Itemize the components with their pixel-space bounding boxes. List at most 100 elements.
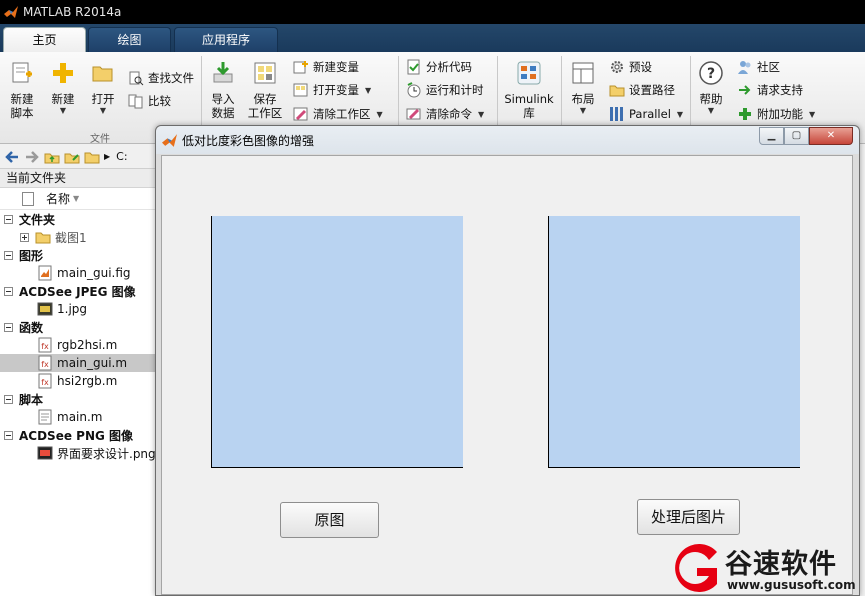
clear-workspace-button[interactable]: 清除工作区 ▼ bbox=[293, 103, 383, 125]
add-ons-button[interactable]: 附加功能 ▼ bbox=[737, 103, 815, 125]
section-label: 图形 bbox=[19, 248, 44, 263]
svg-text:fx: fx bbox=[41, 360, 49, 369]
community-label: 社区 bbox=[757, 60, 780, 74]
analyze-code-label: 分析代码 bbox=[426, 60, 472, 74]
svg-text:fx: fx bbox=[41, 378, 49, 387]
watermark-name: 谷速软件 bbox=[725, 549, 837, 580]
forward-arrow-icon[interactable] bbox=[24, 149, 40, 165]
save-workspace-button[interactable]: 保存 工作区 bbox=[246, 60, 284, 120]
section-functions[interactable]: 函数 bbox=[0, 318, 157, 336]
section-jpeg-images[interactable]: ACDSee JPEG 图像 bbox=[0, 282, 157, 300]
maximize-button[interactable]: ▢ bbox=[784, 127, 809, 145]
section-label: 函数 bbox=[19, 320, 44, 335]
section-label: 文件夹 bbox=[19, 212, 56, 227]
list-item[interactable]: 1.jpg bbox=[0, 300, 157, 318]
layout-button[interactable]: 布局 ▼ bbox=[567, 60, 599, 116]
section-scripts[interactable]: 脚本 bbox=[0, 390, 157, 408]
collapse-icon[interactable] bbox=[4, 322, 13, 332]
run-and-time-button[interactable]: 运行和计时 bbox=[406, 79, 484, 101]
community-button[interactable]: 社区 bbox=[737, 56, 780, 78]
compare-button[interactable]: 比较 bbox=[128, 90, 171, 112]
open-variable-icon bbox=[293, 83, 308, 97]
new-script-label: 新建 脚本 bbox=[10, 92, 34, 120]
chevron-down-icon: ▼ bbox=[707, 106, 715, 115]
axes-original[interactable] bbox=[211, 216, 463, 468]
parallel-button[interactable]: Parallel ▼ bbox=[609, 103, 683, 125]
panel-title: 当前文件夹 bbox=[0, 169, 157, 188]
name-column-header[interactable]: 名称 ▼ bbox=[0, 188, 157, 210]
browse-folder-icon[interactable] bbox=[64, 149, 80, 165]
list-item[interactable]: main_gui.fig bbox=[0, 264, 157, 282]
open-variable-label: 打开变量 bbox=[313, 83, 359, 97]
collapse-icon[interactable] bbox=[4, 214, 13, 224]
minimize-button[interactable]: ▁ bbox=[759, 127, 784, 145]
tab-plots[interactable]: 绘图 bbox=[88, 27, 171, 52]
run-and-time-label: 运行和计时 bbox=[426, 83, 484, 97]
chevron-down-icon: ▼ bbox=[365, 85, 372, 95]
preferences-label: 预设 bbox=[629, 60, 652, 74]
list-item[interactable]: fx main_gui.m bbox=[0, 354, 157, 372]
file-type-icon bbox=[22, 191, 34, 206]
folder-open-icon bbox=[92, 66, 113, 82]
chevron-down-icon: ▼ bbox=[478, 109, 485, 119]
new-button[interactable]: 新建 ▼ bbox=[46, 60, 80, 116]
list-item[interactable]: fx hsi2rgb.m bbox=[0, 372, 157, 390]
new-label: 新建 bbox=[51, 92, 75, 106]
help-button[interactable]: ? 帮助 ▼ bbox=[695, 60, 727, 116]
tab-home[interactable]: 主页 bbox=[3, 27, 86, 52]
request-support-button[interactable]: 请求支持 bbox=[737, 79, 803, 101]
m-file-icon: fx bbox=[38, 373, 52, 389]
open-button[interactable]: 打开 ▼ bbox=[86, 60, 120, 116]
simulink-icon bbox=[517, 61, 541, 85]
list-item[interactable]: main.m bbox=[0, 408, 157, 426]
axes-processed[interactable] bbox=[548, 216, 800, 468]
svg-text:?: ? bbox=[707, 66, 715, 82]
list-item[interactable]: fx rgb2hsi.m bbox=[0, 336, 157, 354]
clear-commands-label: 清除命令 bbox=[426, 107, 472, 121]
processed-image-button[interactable]: 处理后图片 bbox=[637, 499, 740, 535]
folder-icon bbox=[35, 232, 51, 244]
open-variable-button[interactable]: 打开变量 ▼ bbox=[293, 79, 371, 101]
collapse-icon[interactable] bbox=[4, 430, 13, 440]
help-icon: ? bbox=[699, 61, 723, 85]
figure-window[interactable]: 低对比度彩色图像的增强 ▁ ▢ ✕ 原图 处理后图片 bbox=[155, 125, 860, 596]
close-button[interactable]: ✕ bbox=[809, 127, 853, 145]
simulink-library-button[interactable]: Simulink 库 bbox=[503, 60, 555, 120]
figure-client-area: 原图 处理后图片 bbox=[161, 155, 853, 595]
preferences-button[interactable]: 预设 bbox=[609, 56, 652, 78]
section-png-images[interactable]: ACDSee PNG 图像 bbox=[0, 426, 157, 444]
current-path[interactable]: C: bbox=[116, 150, 127, 163]
find-files-button[interactable]: 查找文件 bbox=[128, 67, 194, 89]
file-name: 界面要求设计.png bbox=[57, 446, 156, 461]
new-variable-button[interactable]: 新建变量 bbox=[293, 56, 359, 78]
compare-label: 比较 bbox=[148, 94, 171, 108]
file-name: 截图1 bbox=[55, 230, 87, 245]
set-path-button[interactable]: 设置路径 bbox=[609, 79, 675, 101]
folder-icon bbox=[84, 152, 100, 163]
section-figures[interactable]: 图形 bbox=[0, 246, 157, 264]
collapse-icon[interactable] bbox=[4, 286, 13, 296]
analyze-code-button[interactable]: 分析代码 bbox=[406, 56, 472, 78]
section-folders[interactable]: 文件夹 bbox=[0, 210, 157, 228]
file-name: main_gui.fig bbox=[57, 266, 131, 280]
expand-icon[interactable] bbox=[20, 232, 29, 242]
tab-apps[interactable]: 应用程序 bbox=[174, 27, 278, 52]
clear-workspace-label: 清除工作区 bbox=[313, 107, 371, 121]
figure-title-bar[interactable]: 低对比度彩色图像的增强 ▁ ▢ ✕ bbox=[156, 126, 859, 154]
new-script-button[interactable]: 新建 脚本 bbox=[6, 60, 38, 120]
up-folder-icon[interactable] bbox=[44, 149, 60, 165]
save-workspace-icon bbox=[254, 62, 276, 84]
list-item[interactable]: 界面要求设计.png bbox=[0, 444, 157, 462]
window-controls: ▁ ▢ ✕ bbox=[759, 127, 853, 145]
new-variable-icon bbox=[293, 61, 308, 74]
list-item[interactable]: 截图1 bbox=[0, 228, 157, 246]
import-data-button[interactable]: 导入 数据 bbox=[206, 60, 240, 120]
current-folder-panel: 当前文件夹 名称 ▼ 文件夹 截图1 图形 main_gui.fig ACDSe… bbox=[0, 169, 158, 596]
section-label: 脚本 bbox=[19, 392, 44, 407]
original-image-button[interactable]: 原图 bbox=[280, 502, 379, 538]
collapse-icon[interactable] bbox=[4, 250, 13, 260]
back-arrow-icon[interactable] bbox=[4, 149, 20, 165]
clear-commands-button[interactable]: 清除命令 ▼ bbox=[406, 103, 484, 125]
collapse-icon[interactable] bbox=[4, 394, 13, 404]
request-support-label: 请求支持 bbox=[757, 83, 803, 97]
